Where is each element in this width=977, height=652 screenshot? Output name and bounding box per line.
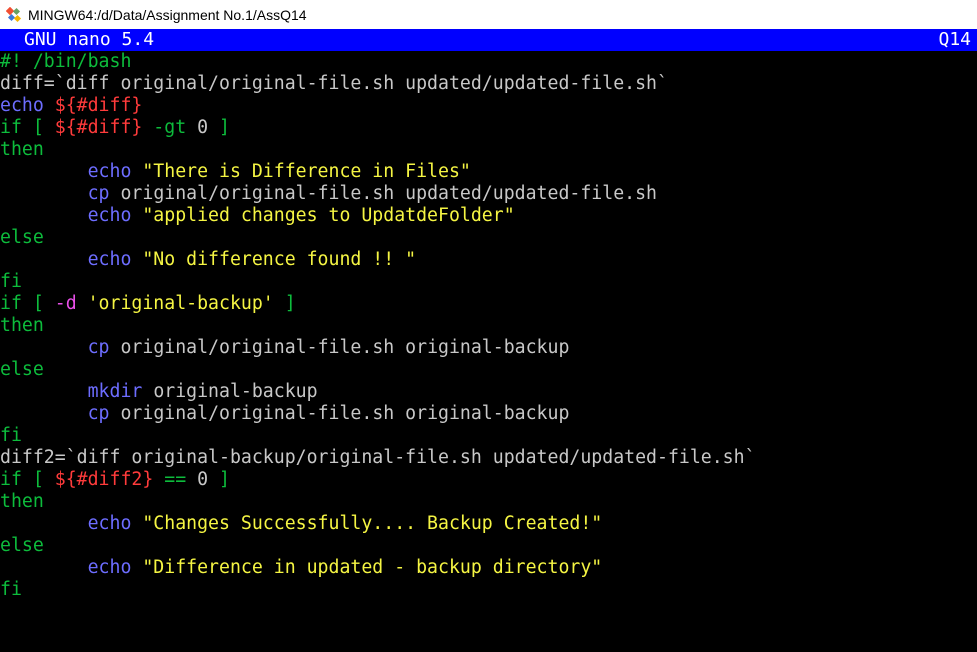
code-token-keyword: fi bbox=[0, 271, 22, 292]
code-token-keyword: ] bbox=[208, 117, 230, 138]
code-line[interactable]: else bbox=[0, 227, 977, 249]
code-line[interactable]: echo "Changes Successfully.... Backup Cr… bbox=[0, 513, 977, 535]
code-token-string: "Changes Successfully.... Backup Created… bbox=[142, 513, 603, 534]
code-line[interactable]: echo "Difference in updated - backup dir… bbox=[0, 557, 977, 579]
code-line[interactable]: cp original/original-file.sh original-ba… bbox=[0, 403, 977, 425]
code-token-keyword: -gt bbox=[142, 117, 198, 138]
code-line[interactable]: if [ ${#diff} -gt 0 ] bbox=[0, 117, 977, 139]
code-token-keyword: ] bbox=[208, 469, 230, 490]
code-token-builtin: cp bbox=[87, 183, 121, 204]
code-line[interactable]: echo "No difference found !! " bbox=[0, 249, 977, 271]
code-token-builtin: echo bbox=[87, 557, 143, 578]
window-title: MINGW64:/d/Data/Assignment No.1/AssQ14 bbox=[28, 6, 307, 23]
code-line[interactable]: fi bbox=[0, 425, 977, 447]
code-token-default bbox=[0, 183, 88, 204]
code-token-keyword: fi bbox=[0, 579, 22, 600]
code-line[interactable]: echo "There is Difference in Files" bbox=[0, 161, 977, 183]
code-line[interactable]: mkdir original-backup bbox=[0, 381, 977, 403]
code-token-string: "No difference found !! " bbox=[142, 249, 417, 270]
code-token-default: original/original-file.sh original-backu… bbox=[120, 403, 570, 424]
code-token-keyword: fi bbox=[0, 425, 22, 446]
code-token-builtin: mkdir bbox=[87, 381, 154, 402]
code-line[interactable]: diff=`diff original/original-file.sh upd… bbox=[0, 73, 977, 95]
code-token-string: "applied changes to UpdatdeFolder" bbox=[142, 205, 515, 226]
code-token-default bbox=[0, 513, 88, 534]
window-titlebar[interactable]: MINGW64:/d/Data/Assignment No.1/AssQ14 bbox=[0, 0, 977, 29]
code-line[interactable]: if [ -d 'original-backup' ] bbox=[0, 293, 977, 315]
code-token-default bbox=[0, 161, 88, 182]
code-token-builtin: echo bbox=[87, 513, 143, 534]
code-token-default bbox=[0, 557, 88, 578]
code-token-default: 0 bbox=[197, 469, 209, 490]
code-token-default bbox=[0, 249, 88, 270]
code-token-keyword: if [ bbox=[0, 293, 55, 314]
code-token-default: original/original-file.sh updated/update… bbox=[120, 183, 658, 204]
code-token-default: diff=`diff original/original-file.sh upd… bbox=[0, 73, 668, 94]
code-token-variable: ${#diff} bbox=[54, 95, 143, 116]
code-line[interactable]: else bbox=[0, 359, 977, 381]
code-token-default: original/original-file.sh original-backu… bbox=[120, 337, 570, 358]
code-line[interactable]: fi bbox=[0, 579, 977, 601]
code-token-keyword: then bbox=[0, 139, 44, 160]
code-line[interactable]: cp original/original-file.sh original-ba… bbox=[0, 337, 977, 359]
code-line[interactable]: echo "applied changes to UpdatdeFolder" bbox=[0, 205, 977, 227]
code-line[interactable]: cp original/original-file.sh updated/upd… bbox=[0, 183, 977, 205]
code-line[interactable]: then bbox=[0, 139, 977, 161]
code-token-builtin: echo bbox=[0, 95, 55, 116]
code-token-default: diff2=`diff original-backup/original-fil… bbox=[0, 447, 756, 468]
code-token-keyword: else bbox=[0, 227, 44, 248]
code-line[interactable]: then bbox=[0, 491, 977, 513]
code-line[interactable]: if [ ${#diff2} == 0 ] bbox=[0, 469, 977, 491]
nano-version: GNU nano 5.4 bbox=[24, 29, 155, 50]
code-token-keyword: == bbox=[153, 469, 198, 490]
code-token-variable: ${#diff} bbox=[54, 117, 143, 138]
code-line[interactable]: echo ${#diff} bbox=[0, 95, 977, 117]
code-token-default: 0 bbox=[197, 117, 209, 138]
code-token-builtin: cp bbox=[87, 337, 121, 358]
code-token-flag: -d bbox=[54, 293, 88, 314]
code-token-keyword: if [ bbox=[0, 117, 55, 138]
code-token-variable: ${#diff2} bbox=[54, 469, 154, 490]
nano-header-bar: GNU nano 5.4 Q14 bbox=[0, 29, 977, 51]
nano-filename: Q14 bbox=[938, 29, 971, 50]
code-token-keyword: else bbox=[0, 359, 44, 380]
code-token-keyword: then bbox=[0, 491, 44, 512]
code-token-string: "Difference in updated - backup director… bbox=[142, 557, 603, 578]
code-token-builtin: echo bbox=[87, 205, 143, 226]
code-token-default: original-backup bbox=[153, 381, 318, 402]
code-line[interactable]: fi bbox=[0, 271, 977, 293]
code-line[interactable]: then bbox=[0, 315, 977, 337]
git-bash-icon bbox=[6, 6, 22, 22]
code-token-keyword: #! /bin/bash bbox=[0, 51, 132, 72]
code-line[interactable]: diff2=`diff original-backup/original-fil… bbox=[0, 447, 977, 469]
code-token-builtin: echo bbox=[87, 161, 143, 182]
editor-text-area[interactable]: #! /bin/bash diff=`diff original/original… bbox=[0, 51, 977, 652]
code-token-default bbox=[0, 381, 88, 402]
code-token-keyword: else bbox=[0, 535, 44, 556]
code-token-builtin: cp bbox=[87, 403, 121, 424]
code-token-string: "There is Difference in Files" bbox=[142, 161, 471, 182]
code-line[interactable]: else bbox=[0, 535, 977, 557]
code-token-default bbox=[0, 205, 88, 226]
code-token-keyword: if [ bbox=[0, 469, 55, 490]
code-token-default bbox=[0, 337, 88, 358]
code-token-builtin: echo bbox=[87, 249, 143, 270]
code-token-keyword: then bbox=[0, 315, 44, 336]
code-token-string: 'original-backup' bbox=[87, 293, 274, 314]
code-token-keyword: ] bbox=[273, 293, 296, 314]
code-token-default bbox=[0, 403, 88, 424]
code-line[interactable]: #! /bin/bash bbox=[0, 51, 977, 73]
